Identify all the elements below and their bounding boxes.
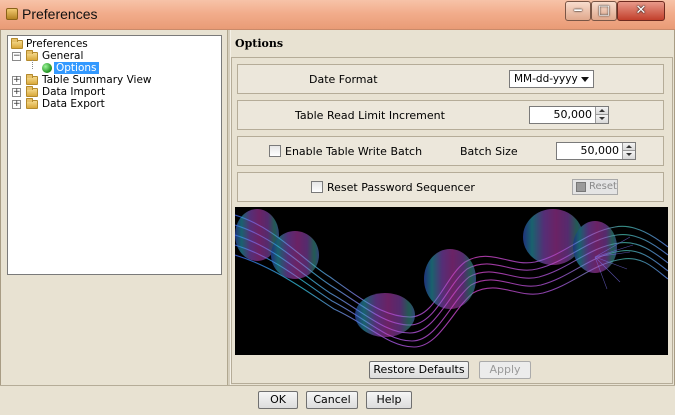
tree-root-label: Preferences	[26, 38, 88, 50]
minimize-icon: ‒	[573, 3, 583, 18]
expand-icon[interactable]: +	[12, 76, 21, 85]
apply-button[interactable]: Apply	[479, 361, 531, 379]
chevron-down-icon	[581, 77, 589, 82]
table-read-group: Table Read Limit Increment 50,000	[237, 100, 664, 130]
folder-icon	[26, 98, 38, 109]
tree-item-data-import[interactable]: + Data Import	[8, 86, 221, 98]
reset-password-checkbox[interactable]	[311, 181, 323, 193]
reset-button-label: Reset	[589, 181, 617, 192]
title-bar: Preferences ‒ □ ✕	[0, 0, 675, 30]
expand-icon[interactable]: +	[12, 100, 21, 109]
tree-root[interactable]: Preferences	[8, 38, 221, 50]
date-format-group: Date Format MM-dd-yyyy	[237, 64, 664, 94]
expand-icon[interactable]: +	[12, 88, 21, 97]
dialog-body: Preferences − General Options + Table Su…	[0, 30, 675, 385]
maximize-button[interactable]: □	[591, 1, 617, 21]
stepper-down-icon[interactable]	[622, 151, 635, 159]
window-title: Preferences	[22, 6, 98, 22]
date-format-label: Date Format	[309, 73, 378, 86]
help-button[interactable]: Help	[366, 391, 412, 409]
ok-button[interactable]: OK	[258, 391, 298, 409]
tree-item-data-export[interactable]: + Data Export	[8, 98, 221, 110]
tree-item-label: Data Import	[42, 86, 106, 98]
tree-item-label: Table Summary View	[42, 74, 152, 86]
collapse-icon[interactable]: −	[12, 52, 21, 61]
tree-connector	[32, 60, 33, 69]
close-icon: ✕	[635, 3, 647, 18]
options-panel: Date Format MM-dd-yyyy Table Read Limit …	[231, 57, 673, 384]
stepper-up-icon[interactable]	[622, 143, 635, 151]
restore-defaults-button[interactable]: Restore Defaults	[369, 361, 469, 379]
enable-write-batch-checkbox[interactable]	[269, 145, 281, 157]
options-header: Options	[235, 37, 284, 50]
batch-size-value: 50,000	[580, 144, 620, 157]
cancel-button[interactable]: Cancel	[306, 391, 358, 409]
write-batch-group: Enable Table Write Batch Batch Size 50,0…	[237, 136, 664, 166]
stepper-up-icon[interactable]	[595, 107, 608, 115]
tree-item-table-summary-view[interactable]: + Table Summary View	[8, 74, 221, 86]
folder-icon	[26, 86, 38, 97]
tree-item-options[interactable]: Options	[8, 60, 221, 74]
reset-icon	[576, 182, 586, 192]
app-icon	[6, 8, 18, 20]
tree-item-label: Options	[54, 62, 99, 74]
date-format-value: MM-dd-yyyy	[514, 73, 578, 85]
ribbon-art-image	[235, 209, 668, 348]
reset-button[interactable]: Reset	[572, 179, 618, 195]
tree-item-label: General	[42, 50, 84, 62]
table-read-label: Table Read Limit Increment	[295, 109, 445, 122]
table-read-stepper[interactable]: 50,000	[529, 106, 609, 124]
folder-icon	[11, 38, 23, 49]
maximize-icon: □	[597, 3, 611, 18]
table-read-value: 50,000	[553, 108, 593, 121]
tree-item-general[interactable]: − General	[8, 50, 221, 62]
stepper-down-icon[interactable]	[595, 115, 608, 123]
reset-password-group: Reset Password Sequencer Reset	[237, 172, 664, 202]
minimize-button[interactable]: ‒	[565, 1, 591, 21]
date-format-select[interactable]: MM-dd-yyyy	[509, 70, 594, 88]
enable-write-batch-label: Enable Table Write Batch	[285, 145, 423, 158]
leaf-node-icon	[42, 63, 52, 73]
batch-size-label: Batch Size	[460, 145, 518, 158]
folder-icon	[26, 74, 38, 85]
tree-item-label: Data Export	[42, 98, 105, 110]
close-button[interactable]: ✕	[617, 1, 665, 21]
dialog-footer: OK Cancel Help	[0, 385, 675, 415]
reset-password-label: Reset Password Sequencer	[327, 181, 475, 194]
decorative-artwork	[235, 207, 668, 355]
preferences-tree[interactable]: Preferences − General Options + Table Su…	[7, 35, 222, 275]
batch-size-stepper[interactable]: 50,000	[556, 142, 636, 160]
